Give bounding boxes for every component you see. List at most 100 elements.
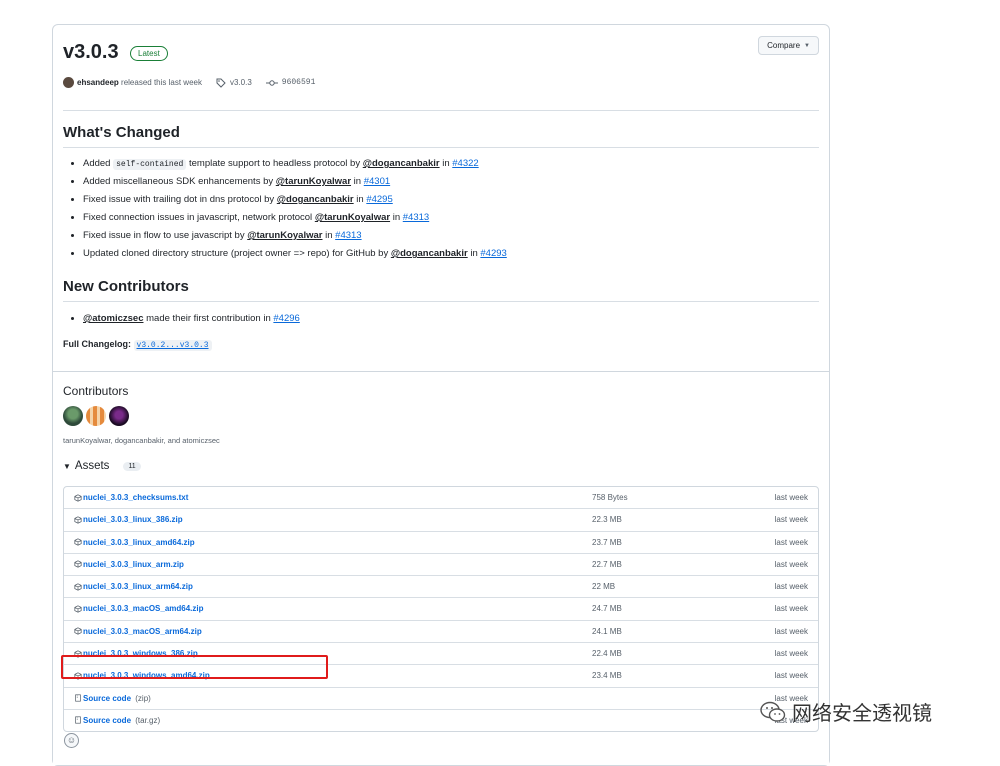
asset-size: 22.4 MB bbox=[592, 649, 622, 659]
user-mention[interactable]: @tarunKoyalwar bbox=[276, 176, 351, 187]
pr-link[interactable]: #4313 bbox=[335, 230, 361, 241]
compare-label: Compare bbox=[767, 41, 801, 50]
asset-link[interactable]: nuclei_3.0.3_linux_amd64.zip bbox=[74, 538, 195, 547]
full-changelog: Full Changelog: v3.0.2...v3.0.3 bbox=[63, 339, 212, 351]
asset-size: 24.7 MB bbox=[592, 604, 622, 614]
asset-date: last week bbox=[774, 537, 808, 547]
author-link[interactable]: ehsandeep bbox=[77, 78, 119, 87]
user-mention[interactable]: @tarunKoyalwar bbox=[315, 212, 390, 223]
author-avatar[interactable] bbox=[63, 77, 74, 88]
asset-date: last week bbox=[774, 604, 808, 614]
list-item: Fixed issue in flow to use javascript by… bbox=[83, 229, 823, 247]
chevron-down-icon: ▼ bbox=[804, 42, 810, 49]
pr-link[interactable]: #4296 bbox=[273, 313, 299, 324]
asset-row: nuclei_3.0.3_linux_arm.zip 22.7 MB last … bbox=[64, 554, 818, 577]
source-link[interactable]: Source code (zip) bbox=[74, 694, 151, 703]
asset-link[interactable]: nuclei_3.0.3_linux_386.zip bbox=[74, 515, 183, 524]
divider bbox=[63, 110, 819, 111]
assets-count-badge: 11 bbox=[123, 461, 141, 471]
changelog-link[interactable]: v3.0.2...v3.0.3 bbox=[133, 340, 212, 351]
pr-link[interactable]: #4313 bbox=[403, 212, 429, 223]
asset-size: 23.7 MB bbox=[592, 537, 622, 547]
tag-icon bbox=[216, 78, 226, 88]
new-contributors-list: @atomiczsec made their first contributio… bbox=[63, 312, 823, 330]
asset-size: 22.7 MB bbox=[592, 559, 622, 569]
changes-list: Added self-contained template support to… bbox=[63, 157, 823, 265]
assets-heading: Assets bbox=[74, 460, 110, 472]
inline-code: self-contained bbox=[113, 159, 187, 170]
asset-date: last week bbox=[774, 582, 808, 592]
asset-date: last week bbox=[774, 649, 808, 659]
avatar[interactable] bbox=[86, 406, 106, 426]
list-item: Added miscellaneous SDK enhancements by … bbox=[83, 175, 823, 193]
source-link[interactable]: Source code (tar.gz) bbox=[74, 716, 160, 725]
asset-link[interactable]: nuclei_3.0.3_linux_arm64.zip bbox=[74, 582, 193, 591]
asset-link[interactable]: nuclei_3.0.3_macOS_arm64.zip bbox=[74, 627, 202, 636]
divider bbox=[63, 301, 819, 302]
asset-size: 23.4 MB bbox=[592, 671, 622, 681]
release-title[interactable]: v3.0.3 bbox=[63, 41, 119, 64]
release-meta: ehsandeep released this last week v3.0.3… bbox=[63, 77, 315, 88]
package-icon bbox=[74, 605, 82, 613]
watermark: 网络安全透视镜 bbox=[760, 697, 932, 726]
package-icon bbox=[74, 583, 82, 591]
asset-date: last week bbox=[774, 559, 808, 569]
smiley-icon[interactable]: ☺ bbox=[64, 733, 79, 748]
asset-date: last week bbox=[774, 671, 808, 681]
commit-link[interactable]: 9606591 bbox=[282, 78, 316, 87]
asset-size: 22.3 MB bbox=[592, 515, 622, 525]
avatar[interactable] bbox=[109, 406, 129, 426]
released-text: released this last week bbox=[121, 78, 202, 87]
user-mention[interactable]: @tarunKoyalwar bbox=[247, 230, 322, 241]
file-zip-icon bbox=[75, 694, 81, 702]
package-icon bbox=[74, 560, 82, 568]
file-zip-icon bbox=[75, 716, 81, 725]
whats-changed-heading: What's Changed bbox=[63, 124, 180, 141]
assets-toggle[interactable]: ▼ Assets 11 bbox=[63, 460, 141, 472]
divider bbox=[63, 147, 819, 148]
user-mention[interactable]: @dogancanbakir bbox=[391, 248, 468, 259]
asset-row: Source code (zip) last week bbox=[64, 688, 818, 710]
pr-link[interactable]: #4301 bbox=[364, 176, 390, 187]
package-icon bbox=[74, 516, 82, 524]
list-item: Fixed connection issues in javascript, n… bbox=[83, 211, 823, 229]
changelog-label: Full Changelog: bbox=[63, 339, 131, 349]
list-item: Added self-contained template support to… bbox=[83, 157, 823, 175]
new-contributors-heading: New Contributors bbox=[63, 278, 189, 295]
asset-link[interactable]: nuclei_3.0.3_macOS_amd64.zip bbox=[74, 604, 204, 613]
user-mention[interactable]: @atomiczsec bbox=[83, 313, 143, 324]
asset-row: nuclei_3.0.3_linux_amd64.zip 23.7 MB las… bbox=[64, 532, 818, 554]
list-item: Fixed issue with trailing dot in dns pro… bbox=[83, 193, 823, 211]
watermark-text: 网络安全透视镜 bbox=[792, 703, 932, 725]
package-icon bbox=[74, 538, 82, 546]
user-mention[interactable]: @dogancanbakir bbox=[363, 158, 440, 169]
triangle-down-icon: ▼ bbox=[63, 461, 71, 471]
tag-link[interactable]: v3.0.3 bbox=[230, 78, 252, 87]
pr-link[interactable]: #4295 bbox=[366, 194, 392, 205]
asset-row: nuclei_3.0.3_macOS_amd64.zip 24.7 MB las… bbox=[64, 598, 818, 621]
highlight-box bbox=[61, 655, 328, 679]
asset-link[interactable]: nuclei_3.0.3_checksums.txt bbox=[74, 493, 188, 502]
asset-date: last week bbox=[774, 515, 808, 525]
asset-row: nuclei_3.0.3_checksums.txt 758 Bytes las… bbox=[64, 487, 818, 510]
avatar[interactable] bbox=[63, 406, 83, 426]
release-footer: Contributors tarunKoyalwar, dogancanbaki… bbox=[53, 371, 829, 765]
contributor-avatars bbox=[63, 406, 129, 426]
assets-list: nuclei_3.0.3_checksums.txt 758 Bytes las… bbox=[63, 486, 819, 733]
asset-row: Source code (tar.gz) last week bbox=[64, 710, 818, 731]
asset-size: 758 Bytes bbox=[592, 493, 628, 502]
user-mention[interactable]: @dogancanbakir bbox=[277, 194, 354, 205]
package-icon bbox=[74, 627, 82, 635]
asset-size: 24.1 MB bbox=[592, 626, 622, 636]
list-item: @atomiczsec made their first contributio… bbox=[83, 312, 823, 330]
package-icon bbox=[74, 493, 82, 502]
pr-link[interactable]: #4322 bbox=[452, 158, 478, 169]
pr-link[interactable]: #4293 bbox=[480, 248, 506, 259]
asset-row: nuclei_3.0.3_macOS_arm64.zip 24.1 MB las… bbox=[64, 621, 818, 644]
asset-date: last week bbox=[774, 626, 808, 636]
asset-date: last week bbox=[774, 493, 808, 502]
list-item: Updated cloned directory structure (proj… bbox=[83, 247, 823, 265]
compare-button[interactable]: Compare ▼ bbox=[758, 36, 819, 55]
asset-link[interactable]: nuclei_3.0.3_linux_arm.zip bbox=[74, 560, 184, 569]
wechat-icon bbox=[760, 701, 786, 722]
